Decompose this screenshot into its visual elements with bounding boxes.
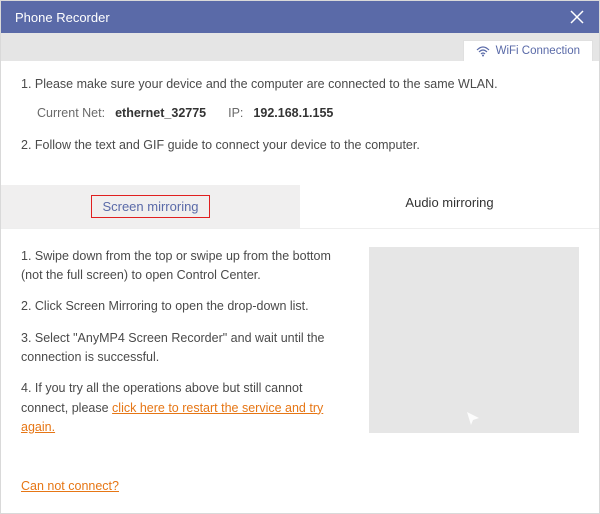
phone-recorder-window: Phone Recorder WiFi Connection 1. Please… — [0, 0, 600, 514]
ip-value: 192.168.1.155 — [253, 106, 333, 120]
cannot-connect-link[interactable]: Can not connect? — [21, 479, 119, 493]
connection-toolbar: WiFi Connection — [1, 33, 599, 61]
tab-screen-mirroring[interactable]: Screen mirroring — [1, 185, 300, 228]
steps-list: 1. Swipe down from the top or swipe up f… — [21, 247, 351, 450]
instruction-1: 1. Please make sure your device and the … — [21, 75, 579, 94]
tab-audio-mirroring[interactable]: Audio mirroring — [300, 185, 599, 228]
gif-preview — [369, 247, 579, 433]
window-title: Phone Recorder — [15, 10, 110, 25]
instruction-2: 2. Follow the text and GIF guide to conn… — [21, 136, 579, 155]
step-4: 4. If you try all the operations above b… — [21, 379, 351, 437]
step-3: 3. Select "AnyMP4 Screen Recorder" and w… — [21, 329, 351, 368]
wifi-connection-tab[interactable]: WiFi Connection — [463, 40, 593, 61]
wifi-tab-label: WiFi Connection — [496, 45, 580, 57]
cursor-icon — [465, 410, 483, 429]
guide-body: 1. Swipe down from the top or swipe up f… — [1, 229, 599, 450]
instructions-panel: 1. Please make sure your device and the … — [1, 61, 599, 167]
tab-screen-label: Screen mirroring — [91, 195, 209, 218]
close-icon — [570, 10, 584, 24]
mirroring-tabs: Screen mirroring Audio mirroring — [1, 185, 599, 229]
ip-label: IP: — [228, 106, 243, 120]
current-net-value: ethernet_32775 — [115, 106, 206, 120]
titlebar: Phone Recorder — [1, 1, 599, 33]
wifi-icon — [476, 46, 490, 57]
current-net-label: Current Net: — [37, 106, 105, 120]
network-info: Current Net: ethernet_32775 IP: 192.168.… — [37, 106, 579, 120]
tab-audio-label: Audio mirroring — [405, 195, 493, 210]
step-1: 1. Swipe down from the top or swipe up f… — [21, 247, 351, 286]
footer: Can not connect? — [1, 477, 599, 513]
step-2: 2. Click Screen Mirroring to open the dr… — [21, 297, 351, 316]
close-button[interactable] — [565, 5, 589, 29]
